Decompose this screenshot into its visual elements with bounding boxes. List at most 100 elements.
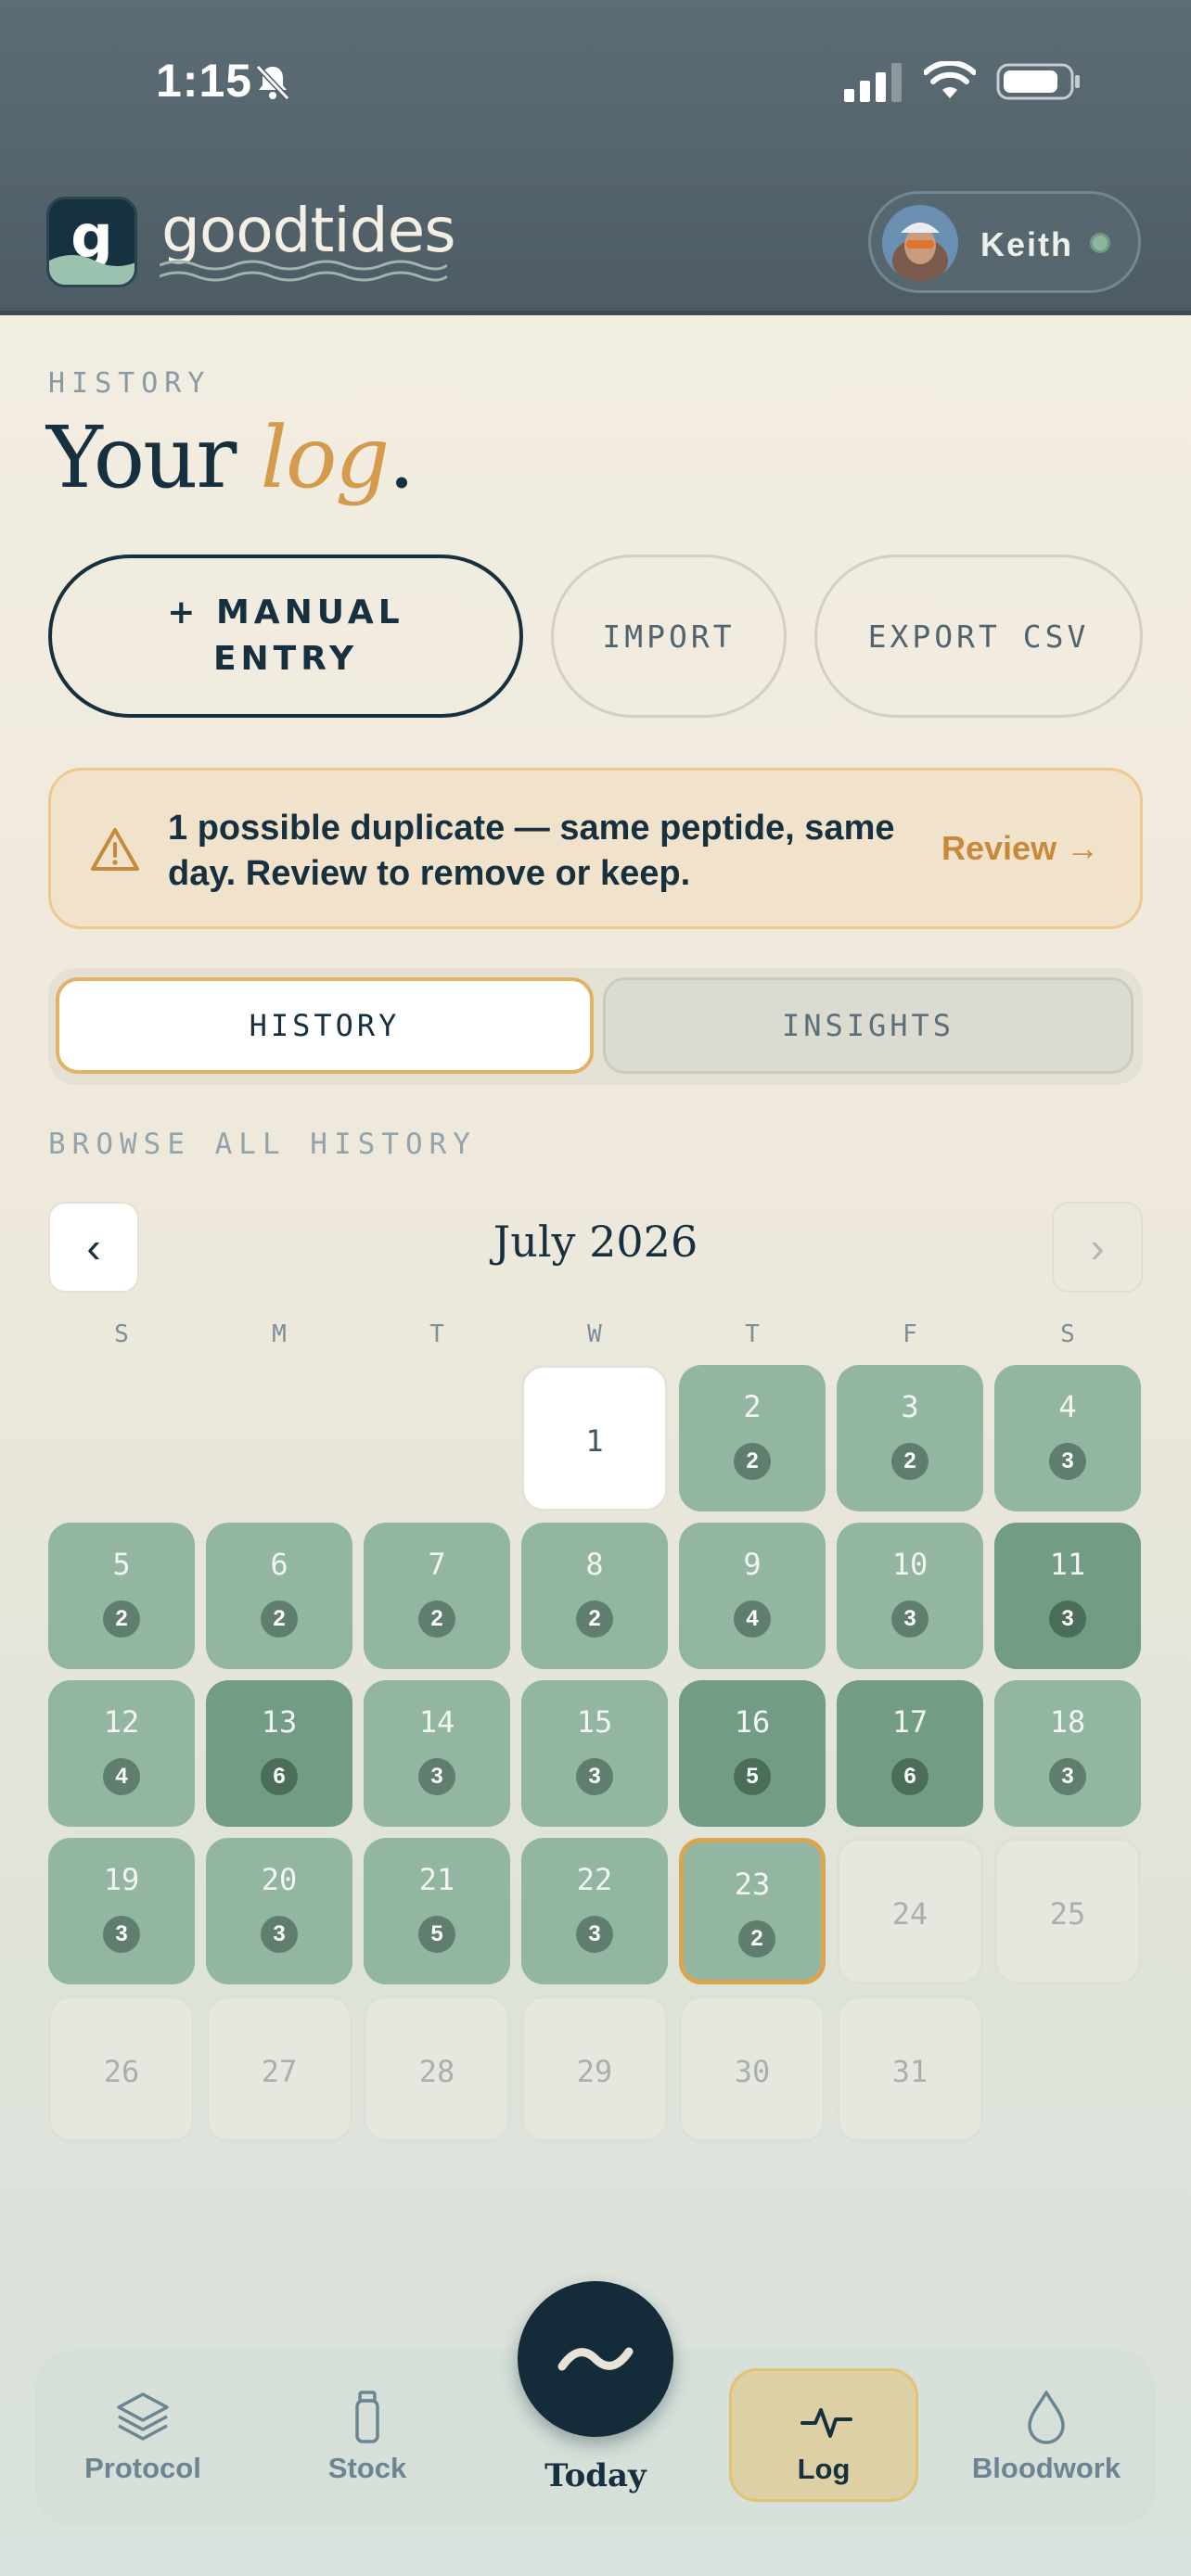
- page-title-accent: log: [260, 408, 391, 507]
- calendar-day[interactable]: 15 3: [521, 1680, 668, 1827]
- calendar-day-count-badge: 3: [576, 1916, 613, 1953]
- calendar-day[interactable]: 82: [521, 1523, 668, 1669]
- calendar-day-number: 25: [1049, 1896, 1086, 1932]
- calendar-day-number: 16: [734, 1704, 771, 1740]
- calendar-day-count-badge: 3: [261, 1916, 298, 1953]
- calendar-day[interactable]: 32: [837, 1365, 983, 1511]
- nav-log-label: Log: [797, 2453, 851, 2485]
- calendar-day[interactable]: 11 3: [994, 1523, 1141, 1669]
- calendar-day[interactable]: 18 3: [994, 1680, 1141, 1827]
- calendar-day-number: 27: [261, 2054, 298, 2089]
- pulse-icon: [800, 2408, 852, 2438]
- calendar-day-number: 22: [576, 1862, 613, 1897]
- calendar-day: 30: [679, 1996, 826, 2142]
- weekday-label: M: [272, 1320, 287, 1348]
- calendar-day-count-badge: 3: [576, 1758, 613, 1795]
- calendar-day[interactable]: 10 3: [837, 1523, 983, 1669]
- calendar-day[interactable]: 12 4: [48, 1680, 195, 1827]
- page-title-main: Your: [46, 408, 261, 507]
- calendar-day-today[interactable]: 23 2: [679, 1838, 826, 1984]
- view-tabs: HISTORY INSIGHTS: [48, 968, 1143, 1085]
- calendar-day-count-badge: 2: [734, 1443, 771, 1480]
- vial-icon: [355, 2391, 379, 2443]
- calendar-day-count-badge: 2: [261, 1600, 298, 1638]
- calendar-day: 29: [521, 1996, 668, 2142]
- review-link[interactable]: Review →: [941, 829, 1099, 868]
- nav-today-button[interactable]: [518, 2281, 673, 2437]
- calendar-day-number: 29: [576, 2054, 613, 2089]
- manual-entry-button[interactable]: + MANUAL ENTRY: [48, 555, 523, 718]
- calendar-day-count-badge: 5: [734, 1758, 771, 1795]
- calendar-day-number: 9: [743, 1547, 762, 1582]
- signal-icon: [844, 63, 902, 102]
- page-title: Your log.: [46, 408, 416, 507]
- calendar-day: 27: [206, 1996, 352, 2142]
- online-status-dot: [1090, 233, 1110, 253]
- wave-icon: [557, 2347, 634, 2371]
- calendar-day-number: 11: [1049, 1547, 1086, 1582]
- avatar: [882, 205, 958, 281]
- prev-month-button[interactable]: ‹: [48, 1202, 139, 1293]
- calendar-day[interactable]: 13 6: [206, 1680, 352, 1827]
- calendar-day[interactable]: 22: [679, 1365, 826, 1511]
- nav-stock-label: Stock: [327, 2452, 407, 2484]
- calendar-day: 24: [837, 1838, 983, 1984]
- export-csv-button[interactable]: EXPORT CSV: [814, 555, 1143, 718]
- nav-bloodwork[interactable]: Bloodwork: [963, 2389, 1130, 2485]
- import-button[interactable]: IMPORT: [551, 555, 787, 718]
- calendar-day-number: 5: [112, 1547, 131, 1582]
- calendar-day[interactable]: 14 3: [364, 1680, 510, 1827]
- page-eyebrow: HISTORY: [48, 367, 211, 400]
- user-profile-chip[interactable]: Keith: [868, 191, 1141, 293]
- calendar-day[interactable]: 22 3: [521, 1838, 668, 1984]
- tab-history[interactable]: HISTORY: [56, 977, 594, 1074]
- calendar-day[interactable]: 1: [521, 1365, 668, 1511]
- calendar-day[interactable]: 62: [206, 1523, 352, 1669]
- calendar-day-number: 10: [891, 1547, 928, 1582]
- calendar-day[interactable]: 43: [994, 1365, 1141, 1511]
- warning-icon: [91, 828, 139, 871]
- calendar-day[interactable]: 20 3: [206, 1838, 352, 1984]
- nav-protocol[interactable]: Protocol: [59, 2389, 226, 2485]
- calendar-day[interactable]: 94: [679, 1523, 826, 1669]
- month-title: July 2026: [493, 1217, 698, 1267]
- app-logo[interactable]: g: [46, 197, 137, 287]
- calendar-day-number: 24: [891, 1896, 928, 1932]
- manual-entry-label-line1: + MANUAL: [167, 593, 404, 631]
- nav-stock[interactable]: Stock: [284, 2389, 451, 2485]
- calendar-day-number: 13: [261, 1704, 298, 1740]
- calendar-day-count-badge: 2: [738, 1920, 775, 1958]
- user-name: Keith: [980, 225, 1073, 263]
- nav-protocol-label: Protocol: [84, 2452, 201, 2484]
- bell-slash-icon: [255, 64, 290, 101]
- calendar-day-number: 30: [734, 2054, 771, 2089]
- tab-insights[interactable]: INSIGHTS: [603, 977, 1133, 1074]
- browse-history-label: BROWSE ALL HISTORY: [48, 1128, 477, 1161]
- logo-wave-icon: [49, 255, 134, 285]
- calendar-day[interactable]: 17 6: [837, 1680, 983, 1827]
- calendar-day-number: 7: [428, 1547, 446, 1582]
- calendar-day[interactable]: 16 5: [679, 1680, 826, 1827]
- calendar-day[interactable]: 21 5: [364, 1838, 510, 1984]
- calendar-day[interactable]: 19 3: [48, 1838, 195, 1984]
- calendar-day[interactable]: 52: [48, 1523, 195, 1669]
- battery-icon: [996, 63, 1080, 100]
- calendar-day-number: 6: [270, 1547, 288, 1582]
- calendar-day-number: 4: [1058, 1389, 1077, 1424]
- layers-icon: [117, 2392, 169, 2441]
- duplicate-alert: 1 possible duplicate — same peptide, sam…: [48, 768, 1143, 929]
- calendar-day-count-badge: 3: [1049, 1600, 1086, 1638]
- nav-log[interactable]: Log: [729, 2368, 918, 2502]
- next-month-button[interactable]: ›: [1052, 1202, 1143, 1293]
- weekday-label: S: [114, 1320, 129, 1348]
- calendar-day: 28: [364, 1996, 510, 2142]
- calendar-day-number: 26: [103, 2054, 140, 2089]
- calendar-day-number: 21: [418, 1862, 455, 1897]
- nav-today-label: Today: [544, 2457, 647, 2494]
- calendar-day-count-badge: 3: [891, 1600, 928, 1638]
- calendar-day: 31: [837, 1996, 983, 2142]
- calendar-day[interactable]: 72: [364, 1523, 510, 1669]
- calendar-day-number: 14: [418, 1704, 455, 1740]
- calendar-day-count-badge: 3: [418, 1758, 455, 1795]
- calendar-day-count-badge: 2: [103, 1600, 140, 1638]
